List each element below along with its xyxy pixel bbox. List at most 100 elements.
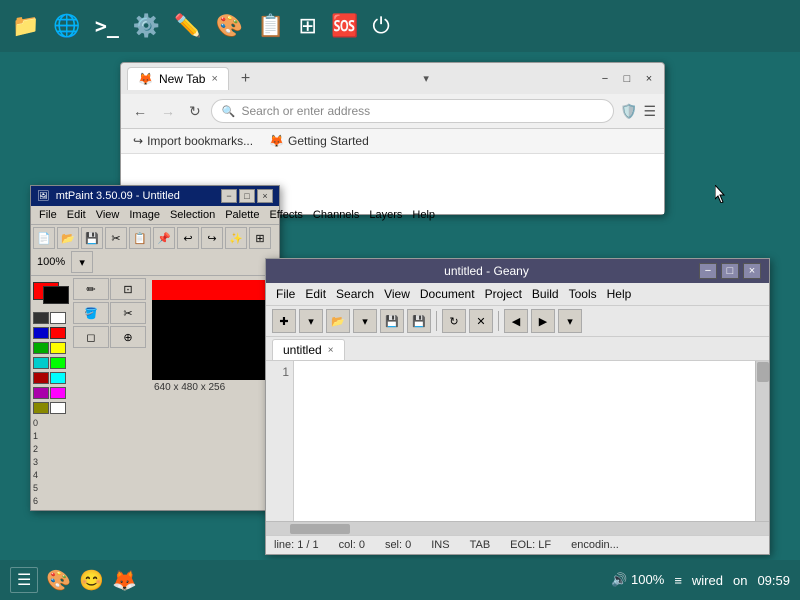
open-dropdown[interactable]: ▾ (353, 309, 377, 333)
palette-cell[interactable] (50, 402, 66, 414)
palette-cell[interactable] (33, 327, 49, 339)
menu-file[interactable]: File (35, 208, 61, 222)
menu-help[interactable]: Help (603, 286, 636, 302)
new-tab-button[interactable]: + (235, 70, 256, 88)
globe-icon[interactable]: 🌐 (53, 13, 80, 39)
zoom-dropdown[interactable]: ▾ (71, 251, 93, 273)
copy-button[interactable]: 📋 (129, 227, 151, 249)
palette-cell[interactable] (33, 402, 49, 414)
palette-cell[interactable] (33, 312, 49, 324)
smiley-icon[interactable]: 😊 (79, 568, 104, 593)
palette-cell[interactable] (33, 342, 49, 354)
palette-cell[interactable] (50, 342, 66, 354)
pencil-tool[interactable]: ✏ (73, 278, 109, 300)
palette-cell[interactable] (33, 372, 49, 384)
horizontal-scrollbar[interactable] (266, 521, 769, 535)
palette-cell[interactable] (50, 357, 66, 369)
navigate-forward-button[interactable]: ▶ (531, 309, 555, 333)
firefox-taskbar-icon[interactable]: 🦊 (112, 568, 137, 593)
redo-button[interactable]: ↪ (201, 227, 223, 249)
palette-cell[interactable] (50, 372, 66, 384)
menu-channels[interactable]: Channels (309, 208, 363, 222)
close-button[interactable]: ✕ (469, 309, 493, 333)
crop-tool[interactable]: ✂ (110, 302, 146, 324)
volume-status[interactable]: 🔊 100% (611, 572, 664, 588)
navigate-back-button[interactable]: ◀ (504, 309, 528, 333)
navigate-dropdown[interactable]: ▾ (558, 309, 582, 333)
menu-search[interactable]: Search (332, 286, 378, 302)
firefox-close-button[interactable]: × (640, 70, 658, 88)
geany-minimize-button[interactable]: − (699, 263, 717, 279)
mtpaint-close-button[interactable]: × (257, 189, 273, 203)
vertical-scrollbar[interactable] (755, 361, 769, 521)
paint-bucket-tool[interactable]: 🪣 (73, 302, 109, 324)
paste-button[interactable]: 📌 (153, 227, 175, 249)
menu-layers[interactable]: Layers (365, 208, 406, 222)
clone-tool[interactable]: ⊕ (110, 326, 146, 348)
back-button[interactable]: ← (129, 101, 151, 121)
copy-icon[interactable]: 📋 (257, 13, 284, 39)
new-dropdown[interactable]: ▾ (299, 309, 323, 333)
undo-button[interactable]: ↩ (177, 227, 199, 249)
palette-cell[interactable] (33, 387, 49, 399)
menu-edit[interactable]: Edit (63, 208, 90, 222)
cut-button[interactable]: ✂ (105, 227, 127, 249)
palette-cell[interactable] (50, 312, 66, 324)
menu-build[interactable]: Build (528, 286, 563, 302)
shield-icon[interactable]: 🛡️ (620, 103, 637, 120)
menu-file[interactable]: File (272, 286, 299, 302)
address-bar[interactable]: 🔍 Search or enter address (211, 99, 614, 123)
menu-help[interactable]: Help (408, 208, 439, 222)
editor-content[interactable] (294, 361, 755, 521)
menu-effects[interactable]: Effects (265, 208, 306, 222)
folder-icon[interactable]: 📁 (12, 13, 39, 39)
power-icon[interactable]: ⏻ (372, 13, 389, 39)
reload-button[interactable]: ↻ (185, 101, 205, 122)
new-button[interactable]: ✚ (272, 309, 296, 333)
save-all-button[interactable]: 💾 (407, 309, 431, 333)
import-bookmarks-link[interactable]: ↪ Import bookmarks... (133, 134, 253, 148)
terminal-icon[interactable]: >_ (95, 14, 119, 38)
menu-edit[interactable]: Edit (301, 286, 330, 302)
grid-icon[interactable]: ⊞ (299, 13, 317, 39)
reload-button[interactable]: ↻ (442, 309, 466, 333)
menu-image[interactable]: Image (125, 208, 164, 222)
scrollbar-thumb[interactable] (757, 362, 769, 382)
transform-button[interactable]: ⊞ (249, 227, 271, 249)
menu-palette[interactable]: Palette (221, 208, 263, 222)
palette-cell[interactable] (50, 387, 66, 399)
palette-cell[interactable] (50, 327, 66, 339)
background-color[interactable] (43, 286, 69, 304)
applications-menu-button[interactable]: ☰ (10, 567, 38, 593)
firefox-tab[interactable]: 🦊 New Tab × (127, 67, 229, 90)
eraser-tool[interactable]: ◻ (73, 326, 109, 348)
tab-dropdown-icon[interactable]: ▾ (423, 72, 429, 85)
tab-close-button[interactable]: × (211, 73, 217, 85)
forward-button[interactable]: → (157, 101, 179, 121)
new-file-button[interactable]: 📄 (33, 227, 55, 249)
open-button[interactable]: 📂 (326, 309, 350, 333)
mtpaint-maximize-button[interactable]: □ (239, 189, 255, 203)
select-tool[interactable]: ⊡ (110, 278, 146, 300)
colorpicker-icon[interactable]: 🎨 (46, 568, 71, 593)
menu-project[interactable]: Project (481, 286, 526, 302)
open-file-button[interactable]: 📂 (57, 227, 79, 249)
brush-icon[interactable]: 🎨 (216, 13, 243, 39)
save-file-button[interactable]: 💾 (81, 227, 103, 249)
effect-button[interactable]: ✨ (225, 227, 247, 249)
getting-started-link[interactable]: 🦊 Getting Started (269, 134, 369, 148)
menu-view[interactable]: View (380, 286, 414, 302)
edit-icon[interactable]: ✏️ (174, 13, 201, 39)
menu-selection[interactable]: Selection (166, 208, 219, 222)
mtpaint-minimize-button[interactable]: − (221, 189, 237, 203)
geany-tab-untitled[interactable]: untitled × (272, 339, 345, 360)
menu-tools[interactable]: Tools (565, 286, 601, 302)
hscrollbar-thumb[interactable] (290, 524, 350, 534)
firefox-maximize-button[interactable]: □ (618, 70, 636, 88)
save-button[interactable]: 💾 (380, 309, 404, 333)
settings-icon[interactable]: ⚙️ (133, 13, 160, 39)
geany-close-button[interactable]: × (743, 263, 761, 279)
tab-close-button[interactable]: × (328, 345, 334, 356)
geany-maximize-button[interactable]: □ (721, 263, 739, 279)
hamburger-menu-icon[interactable]: ☰ (643, 103, 656, 120)
